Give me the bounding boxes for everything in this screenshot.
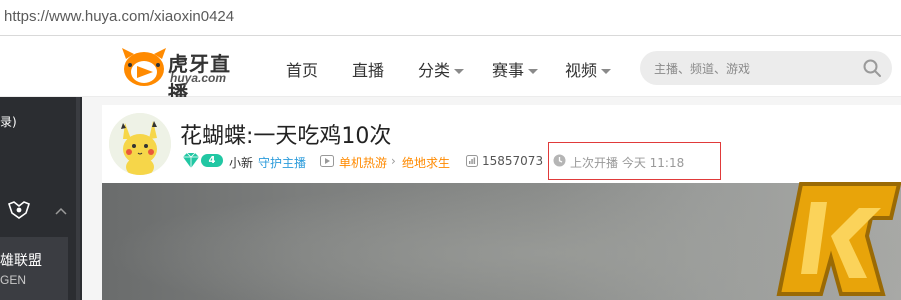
- url-text[interactable]: https://www.huya.com/xiaoxin0424: [4, 8, 234, 25]
- annotation-highlight-box: [548, 142, 721, 180]
- game-shield-icon: [8, 201, 30, 219]
- sidebar-partial-text[interactable]: 录): [0, 113, 17, 130]
- nav-categories[interactable]: 分类: [418, 57, 465, 81]
- room-title: 花蝴蝶:一天吃鸡10次: [180, 124, 392, 149]
- huya-logo[interactable]: 虎牙直播 huya.com: [120, 45, 250, 105]
- nav-categories-label: 分类: [418, 61, 451, 80]
- category-link[interactable]: 单机热游: [339, 154, 387, 171]
- nav-videos[interactable]: 视频: [565, 57, 612, 81]
- chevron-up-icon[interactable]: [55, 207, 67, 215]
- search-icon[interactable]: [862, 58, 882, 78]
- chevron-down-icon: [528, 69, 539, 74]
- address-bar[interactable]: https://www.huya.com/xiaoxin0424: [0, 0, 901, 36]
- breadcrumb-chevron-icon: ›: [391, 154, 396, 168]
- pikachu-avatar-icon: [109, 113, 171, 175]
- play-category-icon: [320, 155, 334, 167]
- nav-videos-label: 视频: [565, 61, 598, 80]
- top-navigation: 虎牙直播 huya.com 首页 直播 分类 赛事 视频 主播、频道、游戏: [0, 37, 901, 105]
- logo-subtitle: huya.com: [170, 71, 227, 85]
- anchor-level-badge: 4: [181, 152, 223, 169]
- viewer-count-icon: [466, 155, 478, 167]
- left-sidebar: 录) 雄联盟 GEN: [0, 97, 82, 300]
- search-input[interactable]: 主播、频道、游戏: [654, 60, 750, 77]
- k-logo-watermark: [776, 182, 901, 296]
- subcategory-link[interactable]: 绝地求生: [402, 154, 450, 171]
- level-number: 4: [201, 154, 223, 167]
- chevron-down-icon: [601, 69, 612, 74]
- anchor-name[interactable]: 小新: [229, 154, 253, 171]
- nav-live[interactable]: 直播: [352, 57, 384, 81]
- chevron-down-icon: [454, 69, 465, 74]
- nav-events[interactable]: 赛事: [492, 57, 539, 81]
- guard-anchor-link[interactable]: 守护主播: [258, 154, 306, 171]
- viewer-count: 15857073: [482, 154, 544, 168]
- sidebar-item-label: 雄联盟: [0, 253, 42, 269]
- diamond-level-icon: [183, 152, 199, 168]
- sidebar-scrollbar[interactable]: [76, 97, 80, 300]
- nav-events-label: 赛事: [492, 61, 525, 80]
- sidebar-item-sub: GEN: [0, 273, 27, 287]
- nav-home[interactable]: 首页: [286, 57, 318, 81]
- avatar[interactable]: [109, 113, 171, 175]
- tiger-mascot-icon: [122, 48, 166, 86]
- search-box[interactable]: 主播、频道、游戏: [640, 51, 892, 85]
